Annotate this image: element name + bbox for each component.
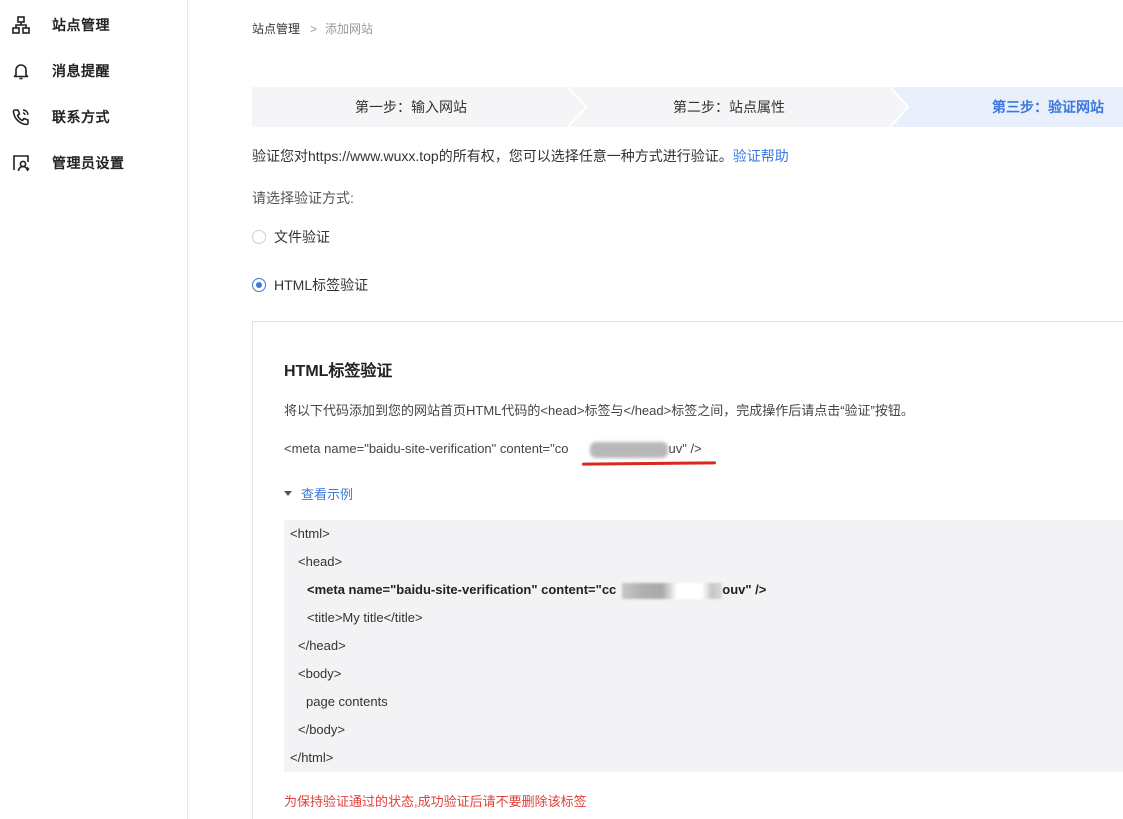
code-line: <head> [298, 554, 343, 569]
code-line: <body> [298, 666, 342, 681]
code-meta-suffix: ouv" /> [722, 582, 767, 597]
verify-description-text: 验证您对https://www.wuxx.top的所有权，您可以选择任意一种方式… [252, 148, 733, 164]
redacted-token [622, 582, 723, 599]
code-line: <html> [290, 526, 330, 541]
radio-label: HTML标签验证 [274, 277, 369, 293]
sidebar-item-site-management[interactable]: 站点管理 [0, 5, 187, 45]
sidebar-item-label: 管理员设置 [52, 155, 125, 171]
sidebar-item-label: 联系方式 [52, 109, 110, 125]
code-line: </head> [298, 638, 346, 653]
meta-tag-prefix: <meta name="baidu-site-verification" con… [284, 441, 569, 456]
step-progress: 第一步：输入网站 第二步：站点属性 第三步：验证网站 [252, 87, 1123, 127]
step-chevron-icon [568, 87, 588, 127]
phone-icon [11, 107, 31, 127]
keep-tag-warning: 为保持验证通过的状态,成功验证后请不要删除该标签 [284, 794, 587, 809]
breadcrumb-separator: > [310, 21, 318, 36]
code-line-meta: <meta name="baidu-site-verification" con… [307, 582, 766, 599]
example-code-block: <html> <head> <meta name="baidu-site-ver… [284, 520, 1123, 772]
view-example-toggle[interactable]: 查看示例 [284, 484, 353, 503]
radio-html-tag-verification[interactable]: HTML标签验证 [252, 275, 368, 295]
verify-description: 验证您对https://www.wuxx.top的所有权，您可以选择任意一种方式… [252, 146, 789, 166]
panel-instruction: 将以下代码添加到您的网站首页HTML代码的<head>标签与</head>标签之… [284, 403, 914, 418]
step-2: 第二步：站点属性 [673, 99, 785, 115]
caret-down-icon [284, 491, 292, 496]
step-3: 第三步：验证网站 [992, 99, 1104, 115]
breadcrumb: 站点管理 > 添加网站 [252, 20, 373, 37]
redacted-token [590, 441, 669, 458]
view-example-label: 查看示例 [301, 487, 354, 502]
radio-label: 文件验证 [274, 229, 330, 245]
radio-button[interactable] [252, 230, 266, 244]
code-line: <title>My title</title> [307, 610, 423, 625]
choose-method-label: 请选择验证方式: [252, 190, 354, 206]
sidebar-item-label: 消息提醒 [52, 63, 110, 79]
bell-icon [11, 61, 31, 81]
code-meta-prefix: <meta name="baidu-site-verification" con… [307, 582, 617, 597]
breadcrumb-current: 添加网站 [325, 22, 374, 36]
sidebar: 站点管理 消息提醒 联系方式 管理员设置 [0, 0, 188, 819]
radio-file-verification[interactable]: 文件验证 [252, 227, 330, 247]
html-tag-panel: HTML标签验证 将以下代码添加到您的网站首页HTML代码的<head>标签与<… [252, 321, 1123, 819]
red-underline-annotation [581, 461, 717, 466]
code-line: </html> [290, 750, 334, 765]
radio-button-checked[interactable] [252, 278, 266, 292]
panel-title: HTML标签验证 [284, 363, 393, 380]
code-line: </body> [298, 722, 345, 737]
meta-tag-suffix: uv" /> [668, 441, 702, 456]
step-chevron-icon [890, 87, 910, 127]
meta-tag-code[interactable]: <meta name="baidu-site-verification" con… [284, 441, 702, 458]
admin-icon [11, 153, 31, 173]
code-line: page contents [306, 694, 388, 709]
sidebar-item-label: 站点管理 [52, 17, 110, 33]
step-1: 第一步：输入网站 [355, 99, 467, 115]
verify-help-link[interactable]: 验证帮助 [733, 148, 789, 164]
breadcrumb-site-management[interactable]: 站点管理 [252, 20, 300, 37]
sidebar-item-contact[interactable]: 联系方式 [0, 97, 187, 137]
sidebar-item-admin-settings[interactable]: 管理员设置 [0, 143, 187, 183]
sidebar-item-notifications[interactable]: 消息提醒 [0, 51, 187, 91]
sitemap-icon [11, 15, 31, 35]
